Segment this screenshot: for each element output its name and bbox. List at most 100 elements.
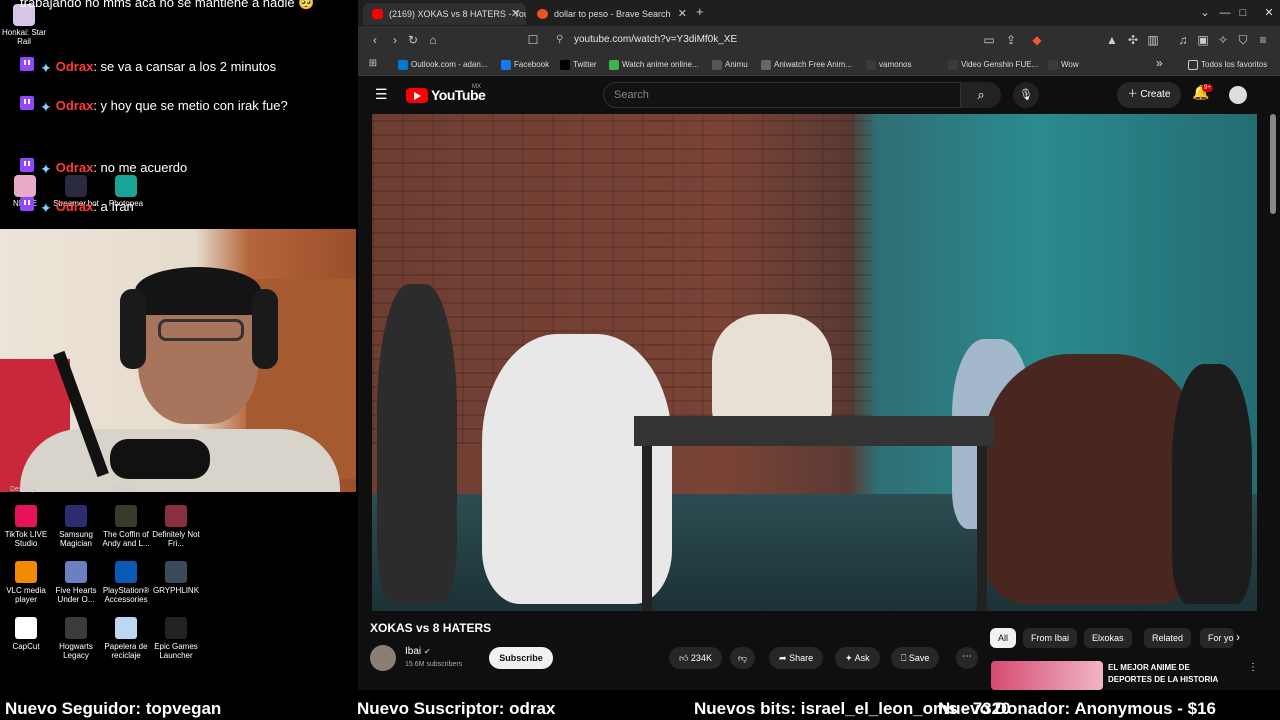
app-icon xyxy=(65,561,87,583)
bookmark-item[interactable]: Aniwatch Free Anim... xyxy=(761,58,852,72)
bookmark-item[interactable]: Watch anime online... xyxy=(609,58,699,72)
tab-bar: (2169) XOKAS vs 8 HATERS - You ✕ dollar … xyxy=(358,0,1280,26)
create-button[interactable]: ＋ Create xyxy=(1117,82,1181,108)
bookmark-save-icon: ⎕ xyxy=(901,653,907,663)
desktop-icon-label: GRYPHLINK xyxy=(152,586,200,595)
desktop-icon[interactable]: Samsung Magician xyxy=(50,505,102,548)
brave-shields-icon[interactable]: ◆ xyxy=(1028,31,1046,49)
bookmark-item[interactable]: Facebook xyxy=(501,58,549,72)
bookmark-icon[interactable]: ☐ xyxy=(524,31,542,49)
more-actions-icon[interactable]: ⋯ xyxy=(956,647,978,669)
chip-from-ibai[interactable]: From Ibai xyxy=(1023,628,1078,648)
twitch-badge-icon xyxy=(20,157,34,172)
apps-grid-icon[interactable]: ⊞ xyxy=(364,55,382,73)
chip-for-you[interactable]: For yo xyxy=(1200,628,1234,648)
rewards-icon[interactable]: ▲ xyxy=(1103,31,1121,49)
subscribe-button[interactable]: Subscribe xyxy=(489,647,553,669)
youtube-header: ☰ YouTube MX Search ⌕ 🎙 ＋ Create 🔔 9+ xyxy=(358,76,1280,114)
media-icon[interactable]: ♫ xyxy=(1174,31,1192,49)
channel-avatar[interactable] xyxy=(370,645,396,671)
bookmark-item[interactable]: vamonos xyxy=(866,58,911,72)
hamburger-menu-icon[interactable]: ☰ xyxy=(375,86,388,103)
app-icon xyxy=(165,505,187,527)
share-page-icon[interactable]: ⇪ xyxy=(1002,31,1020,49)
dislike-button[interactable]: 👎︎ xyxy=(730,647,756,669)
recommended-title[interactable]: EL MEJOR ANIME DE DEPORTES DE LA HISTORI… xyxy=(1108,662,1228,686)
chip-all[interactable]: All xyxy=(990,628,1017,648)
share-button[interactable]: ➦ Share xyxy=(769,647,824,669)
app-icon xyxy=(65,617,87,639)
search-input[interactable]: Search xyxy=(603,82,961,108)
bookmark-item[interactable]: Video Genshin FUE... xyxy=(948,58,1038,72)
chat-message: ✦ Odrax: a Iran xyxy=(20,196,350,219)
twitch-badge-icon xyxy=(20,95,34,110)
new-tab-button[interactable]: + xyxy=(696,4,704,19)
close-tab-icon[interactable]: ✕ xyxy=(511,3,520,25)
bookmark-favicon-icon xyxy=(609,60,619,70)
chat-message: trabajando no mms aca no se mantiene a n… xyxy=(20,0,350,14)
cast-icon[interactable]: ▭ xyxy=(980,31,998,49)
ask-button[interactable]: ✦ Ask xyxy=(835,647,880,669)
menu-icon[interactable]: ≡ xyxy=(1254,31,1272,49)
like-button[interactable]: 👍︎ 234K xyxy=(669,647,722,669)
desktop-icon[interactable]: Epic Games Launcher xyxy=(150,617,202,660)
search-icon[interactable]: ⌕ xyxy=(961,82,1001,108)
tab-brave-search[interactable]: dollar to peso - Brave Search ✕ xyxy=(528,3,693,25)
glasses xyxy=(158,319,244,341)
chat-message-text: : no me acuerdo xyxy=(93,160,188,175)
save-button[interactable]: ⎕ Save xyxy=(891,647,940,669)
twitch-badge-icon xyxy=(20,196,34,211)
desktop-icon[interactable]: GRYPHLINK xyxy=(150,561,202,595)
sidebar-icon[interactable]: ▥ xyxy=(1144,31,1162,49)
desktop-icon-label: Hogwarts Legacy xyxy=(59,642,93,660)
vpn-icon[interactable]: ⛉ xyxy=(1234,31,1252,49)
extensions-icon[interactable]: ✣ xyxy=(1124,31,1142,49)
chip-related[interactable]: Related xyxy=(1144,628,1192,648)
desktop-icon[interactable]: TikTok LIVE Studio xyxy=(0,505,52,548)
account-avatar[interactable] xyxy=(1229,86,1247,104)
scrollbar[interactable] xyxy=(1270,114,1276,214)
more-bookmarks-chevron-icon[interactable]: » xyxy=(1156,56,1163,70)
desktop-icon[interactable]: Five Hearts Under O... xyxy=(50,561,102,604)
app-icon xyxy=(15,617,37,639)
bookmark-item[interactable]: Outlook.com - adan... xyxy=(398,58,487,72)
desktop-icon[interactable]: The Coffin of Andy and L... xyxy=(100,505,152,548)
desktop-icon[interactable]: PlayStation® Accessories xyxy=(100,561,152,604)
desktop-icon[interactable]: VLC media player xyxy=(0,561,52,604)
chip-elxokas[interactable]: Elxokas xyxy=(1084,628,1132,648)
forward-button[interactable]: › xyxy=(386,31,404,49)
site-info-icon[interactable]: ⚲ xyxy=(556,29,563,50)
verified-check-icon: ✔ xyxy=(423,647,431,656)
bookmark-item[interactable]: Animu xyxy=(712,58,748,72)
address-bar[interactable]: ⚲ youtube.com/watch?v=Y3diMf0k_XE xyxy=(548,29,1048,50)
desktop-icon-label: CapCut xyxy=(12,642,40,651)
close-window-button[interactable]: ✕ xyxy=(1254,0,1280,26)
bookmark-item[interactable]: Twitter xyxy=(560,58,597,72)
app-icon xyxy=(115,561,137,583)
bookmark-favicon-icon xyxy=(712,60,722,70)
video-player[interactable] xyxy=(372,114,1257,611)
voice-search-microphone-icon[interactable]: 🎙 xyxy=(1013,82,1039,108)
bookmark-favicon-icon xyxy=(866,60,876,70)
reload-button[interactable]: ↻ xyxy=(404,31,422,49)
all-bookmarks-folder[interactable]: Todos los favoritos xyxy=(1188,58,1267,72)
person-seated xyxy=(377,284,457,604)
close-tab-icon[interactable]: ✕ xyxy=(678,3,687,25)
bookmark-item[interactable]: Wow xyxy=(1048,58,1079,72)
region-code: MX xyxy=(472,84,481,90)
channel-name[interactable]: Ibai ✔ xyxy=(405,646,431,657)
home-button[interactable]: ⌂ xyxy=(424,31,442,49)
chevron-right-icon[interactable]: › xyxy=(1236,630,1240,644)
back-button[interactable]: ‹ xyxy=(366,31,384,49)
desktop-icon[interactable]: Hogwarts Legacy xyxy=(50,617,102,660)
desktop-icon[interactable]: Definitely Not Fri... xyxy=(150,505,202,548)
tab-youtube[interactable]: (2169) XOKAS vs 8 HATERS - You ✕ xyxy=(363,3,526,25)
leo-ai-icon[interactable]: ✧ xyxy=(1214,31,1232,49)
more-vertical-icon[interactable]: ⋮ xyxy=(1248,662,1258,673)
bookmark-favicon-icon xyxy=(1048,60,1058,70)
wallet-icon[interactable]: ▣ xyxy=(1194,31,1212,49)
recommended-thumbnail[interactable] xyxy=(991,661,1103,690)
desktop-icon[interactable]: Papelera de reciclaje xyxy=(100,617,152,660)
youtube-favicon-icon xyxy=(372,9,383,19)
desktop-icon[interactable]: CapCut xyxy=(0,617,52,651)
